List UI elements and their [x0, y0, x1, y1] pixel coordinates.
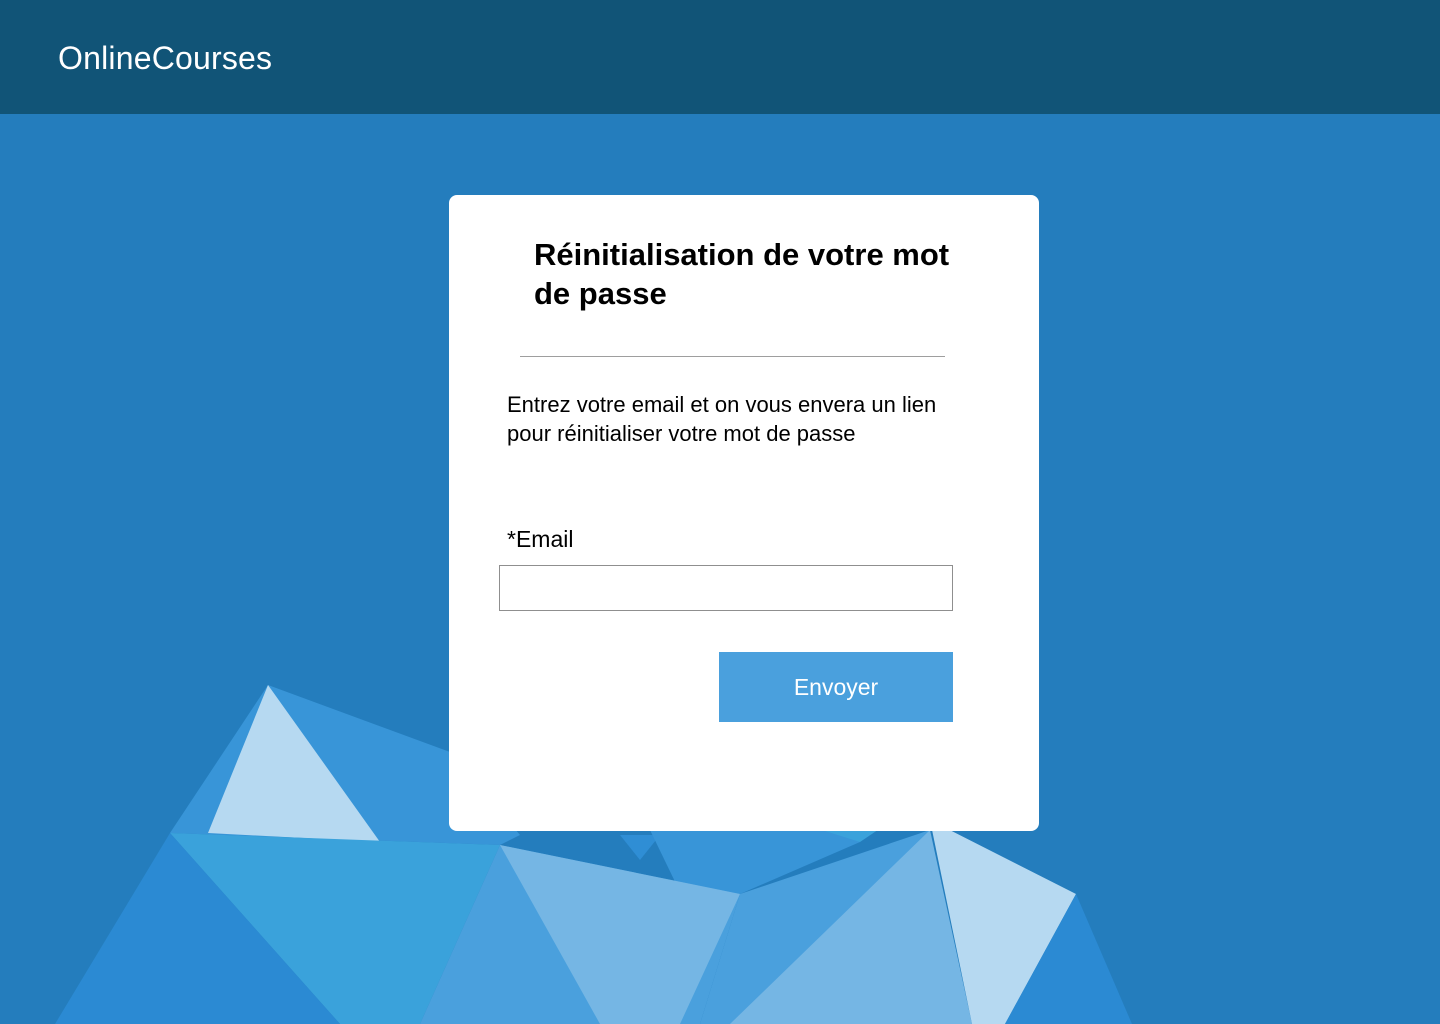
card-title: Réinitialisation de votre mot de passe — [534, 237, 950, 311]
email-input[interactable] — [499, 565, 953, 611]
email-label: *Email — [507, 526, 574, 552]
password-reset-card: Réinitialisation de votre mot de passe E… — [449, 195, 1039, 831]
title-divider — [520, 356, 945, 357]
instruction-text: Entrez votre email et on vous envera un … — [507, 392, 937, 446]
send-button[interactable]: Envoyer — [719, 652, 953, 722]
